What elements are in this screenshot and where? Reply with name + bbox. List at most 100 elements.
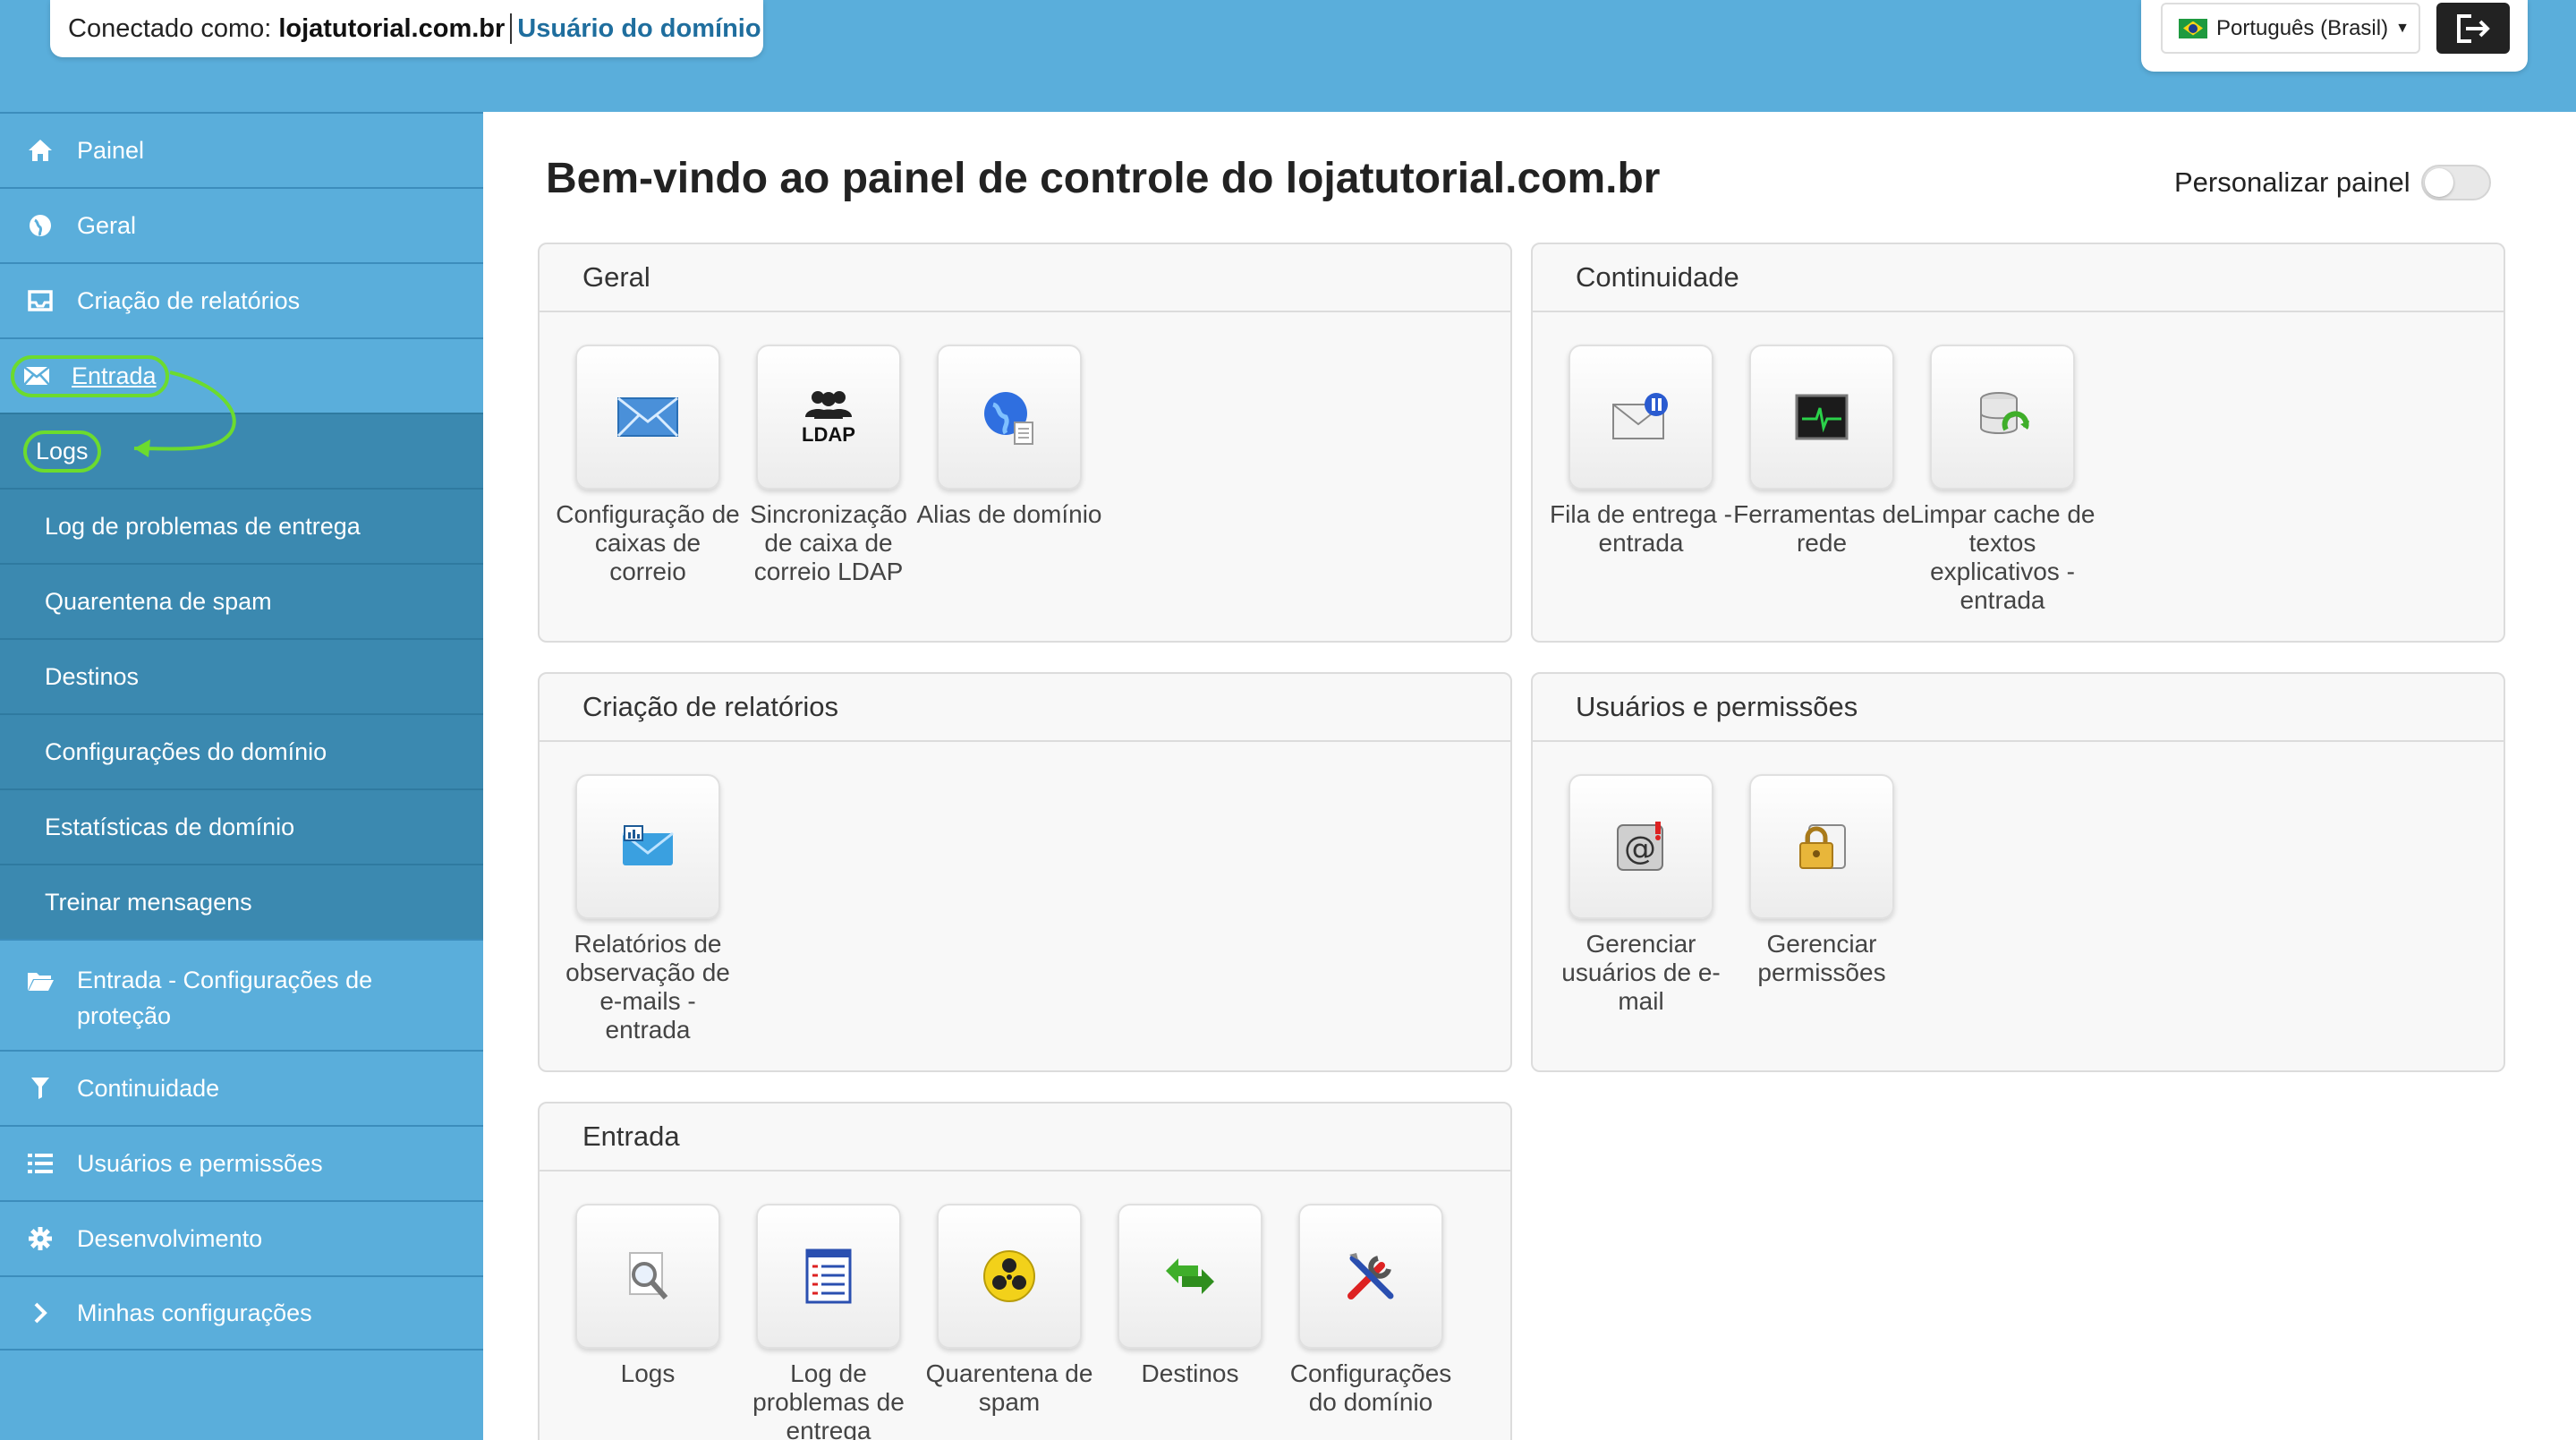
panel-continuidade: Continuidade Fila de entrega - entrada F…	[1531, 243, 2505, 643]
caret-down-icon: ▼	[2395, 20, 2410, 36]
sidebar-item-geral[interactable]: Geral	[0, 187, 483, 262]
tile-configuracao-caixas[interactable]: Configuração de caixas de correio	[554, 345, 742, 586]
sidebar-subitem-treinar-mensagens[interactable]: Treinar mensagens	[0, 864, 483, 939]
tile-button[interactable]	[575, 1204, 720, 1349]
arrows-exchange-icon	[1166, 1258, 1214, 1294]
sidebar-subitem-label: Treinar mensagens	[45, 888, 252, 916]
tile-log-problemas[interactable]: Log de problemas de entrega	[735, 1204, 922, 1440]
sidebar-item-minhas-configuracoes[interactable]: Minhas configurações	[0, 1275, 483, 1351]
tile-quarentena-spam[interactable]: Quarentena de spam	[915, 1204, 1103, 1417]
sidebar-item-label: Minhas configurações	[77, 1299, 312, 1326]
sidebar-subitem-configuracoes-dominio[interactable]: Configurações do domínio	[0, 713, 483, 788]
sidebar-subitem-quarentena[interactable]: Quarentena de spam	[0, 563, 483, 638]
sidebar-item-label: Desenvolvimento	[77, 1224, 263, 1252]
tile-ferramentas-rede[interactable]: Ferramentas de rede	[1728, 345, 1916, 558]
tile-gerenciar-usuarios[interactable]: @ Gerenciar usuários de e-mail	[1547, 774, 1735, 1016]
ldap-badge: LDAP	[802, 422, 855, 446]
chevron-right-icon	[25, 1298, 55, 1328]
sidebar-item-criacao-de-relatorios[interactable]: Criação de relatórios	[0, 262, 483, 337]
sidebar-subitem-logs[interactable]: Logs	[0, 413, 483, 488]
tile-button[interactable]	[1749, 345, 1894, 490]
language-select[interactable]: Português (Brasil) ▼	[2161, 3, 2420, 54]
sidebar-item-usuarios-permissoes[interactable]: Usuários e permissões	[0, 1125, 483, 1200]
tile-label: Logs	[620, 1359, 676, 1387]
header-actions: Português (Brasil) ▼	[2141, 0, 2528, 72]
sidebar-item-painel[interactable]: Painel	[0, 112, 483, 187]
panel-geral: Geral Configuração de caixas de correio …	[538, 243, 1512, 643]
tile-button[interactable]	[756, 1204, 901, 1349]
tile-button[interactable]	[575, 774, 720, 919]
envelope-icon	[23, 366, 50, 386]
gear-icon	[25, 1223, 55, 1254]
tile-gerenciar-permissoes[interactable]: Gerenciar permissões	[1728, 774, 1916, 987]
tile-button[interactable]	[937, 345, 1082, 490]
sidebar-item-label: Criação de relatórios	[77, 286, 301, 314]
tile-button[interactable]	[937, 1204, 1082, 1349]
tile-limpar-cache[interactable]: Limpar cache de textos explicativos - en…	[1909, 345, 2096, 615]
sidebar-subitem-label: Estatísticas de domínio	[45, 813, 295, 840]
tile-label: Configurações do domínio	[1289, 1359, 1452, 1416]
brazil-flag-icon	[2179, 18, 2207, 38]
customize-panel: Personalizar painel	[2174, 165, 2491, 200]
database-refresh-icon	[1980, 392, 2029, 434]
tile-button[interactable]	[1118, 1204, 1262, 1349]
panel-title: Usuários e permissões	[1533, 674, 2504, 742]
sidebar-subitem-log-de-problemas[interactable]: Log de problemas de entrega	[0, 488, 483, 563]
sidebar-item-desenvolvimento[interactable]: Desenvolvimento	[0, 1200, 483, 1275]
tile-fila-entrega[interactable]: Fila de entrega - entrada	[1547, 345, 1735, 558]
network-monitor-icon	[1795, 394, 1849, 440]
login-info: Conectado como: lojatutorial.com.br Usuá…	[50, 0, 763, 57]
sidebar-item-entrada[interactable]: Entrada	[0, 337, 483, 413]
login-role-link[interactable]: Usuário do domínio	[517, 14, 761, 44]
tile-label: Alias de domínio	[916, 500, 1102, 528]
tile-button[interactable]: @	[1569, 774, 1713, 919]
tools-icon	[1348, 1253, 1394, 1299]
folder-open-icon	[25, 966, 55, 996]
login-domain: lojatutorial.com.br	[278, 13, 506, 43]
login-label: Conectado como:	[68, 13, 272, 43]
tile-configuracoes-dominio[interactable]: Configurações do domínio	[1277, 1204, 1465, 1417]
tile-button[interactable]	[1749, 774, 1894, 919]
tile-label: Destinos	[1141, 1359, 1239, 1387]
tile-button[interactable]: LDAP	[756, 345, 901, 490]
sidebar: Painel Geral Criação de relatórios Entra…	[0, 112, 483, 1440]
page-title: Bem-vindo ao painel de controle do lojat…	[546, 155, 1661, 202]
tile-alias-dominio[interactable]: Alias de domínio	[915, 345, 1103, 529]
tile-button[interactable]	[1569, 345, 1713, 490]
sidebar-item-label: Usuários e permissões	[77, 1149, 323, 1177]
tile-button[interactable]	[1930, 345, 2075, 490]
magnifier-document-icon	[629, 1252, 668, 1299]
report-document-icon	[805, 1248, 852, 1304]
sidebar-subitem-label: Quarentena de spam	[45, 587, 272, 615]
panel-title: Geral	[540, 244, 1510, 312]
tile-label: Limpar cache de textos explicativos - en…	[1909, 500, 2096, 614]
filter-icon	[25, 1073, 55, 1103]
sidebar-subitem-estatisticas[interactable]: Estatísticas de domínio	[0, 788, 483, 864]
language-label: Português (Brasil)	[2216, 15, 2389, 40]
customize-label: Personalizar painel	[2174, 166, 2410, 198]
tile-destinos[interactable]: Destinos	[1096, 1204, 1284, 1388]
panel-usuarios-permissoes: Usuários e permissões @ Gerenciar usuári…	[1531, 672, 2505, 1072]
tile-relatorios-observacao[interactable]: Relatórios de observação de e-mails - en…	[554, 774, 742, 1044]
customize-toggle[interactable]	[2420, 165, 2491, 200]
sidebar-subitem-label: Logs	[23, 430, 101, 473]
sidebar-item-continuidade[interactable]: Continuidade	[0, 1050, 483, 1125]
login-separator	[510, 13, 513, 44]
logout-button[interactable]	[2436, 3, 2510, 54]
tile-button[interactable]	[575, 345, 720, 490]
sidebar-item-label: Painel	[77, 136, 145, 164]
tile-button[interactable]	[1298, 1204, 1443, 1349]
sidebar-item-label: Continuidade	[77, 1074, 220, 1102]
logout-icon	[2457, 13, 2490, 43]
sidebar-item-entrada-protecao[interactable]: Entrada - Configurações de proteção	[0, 939, 483, 1050]
lock-document-icon	[1799, 824, 1846, 869]
inbox-icon	[25, 285, 55, 316]
tile-label: Ferramentas de rede	[1733, 500, 1910, 557]
tile-sincronizacao-ldap[interactable]: LDAP Sincronização de caixa de correio L…	[735, 345, 922, 586]
globe-document-icon	[984, 392, 1033, 445]
sidebar-subitem-destinos[interactable]: Destinos	[0, 638, 483, 713]
entrada-highlight: Entrada	[11, 354, 169, 397]
tile-logs[interactable]: Logs	[554, 1204, 742, 1388]
envelope-pause-icon	[1612, 393, 1668, 439]
mail-chart-icon	[622, 825, 674, 865]
